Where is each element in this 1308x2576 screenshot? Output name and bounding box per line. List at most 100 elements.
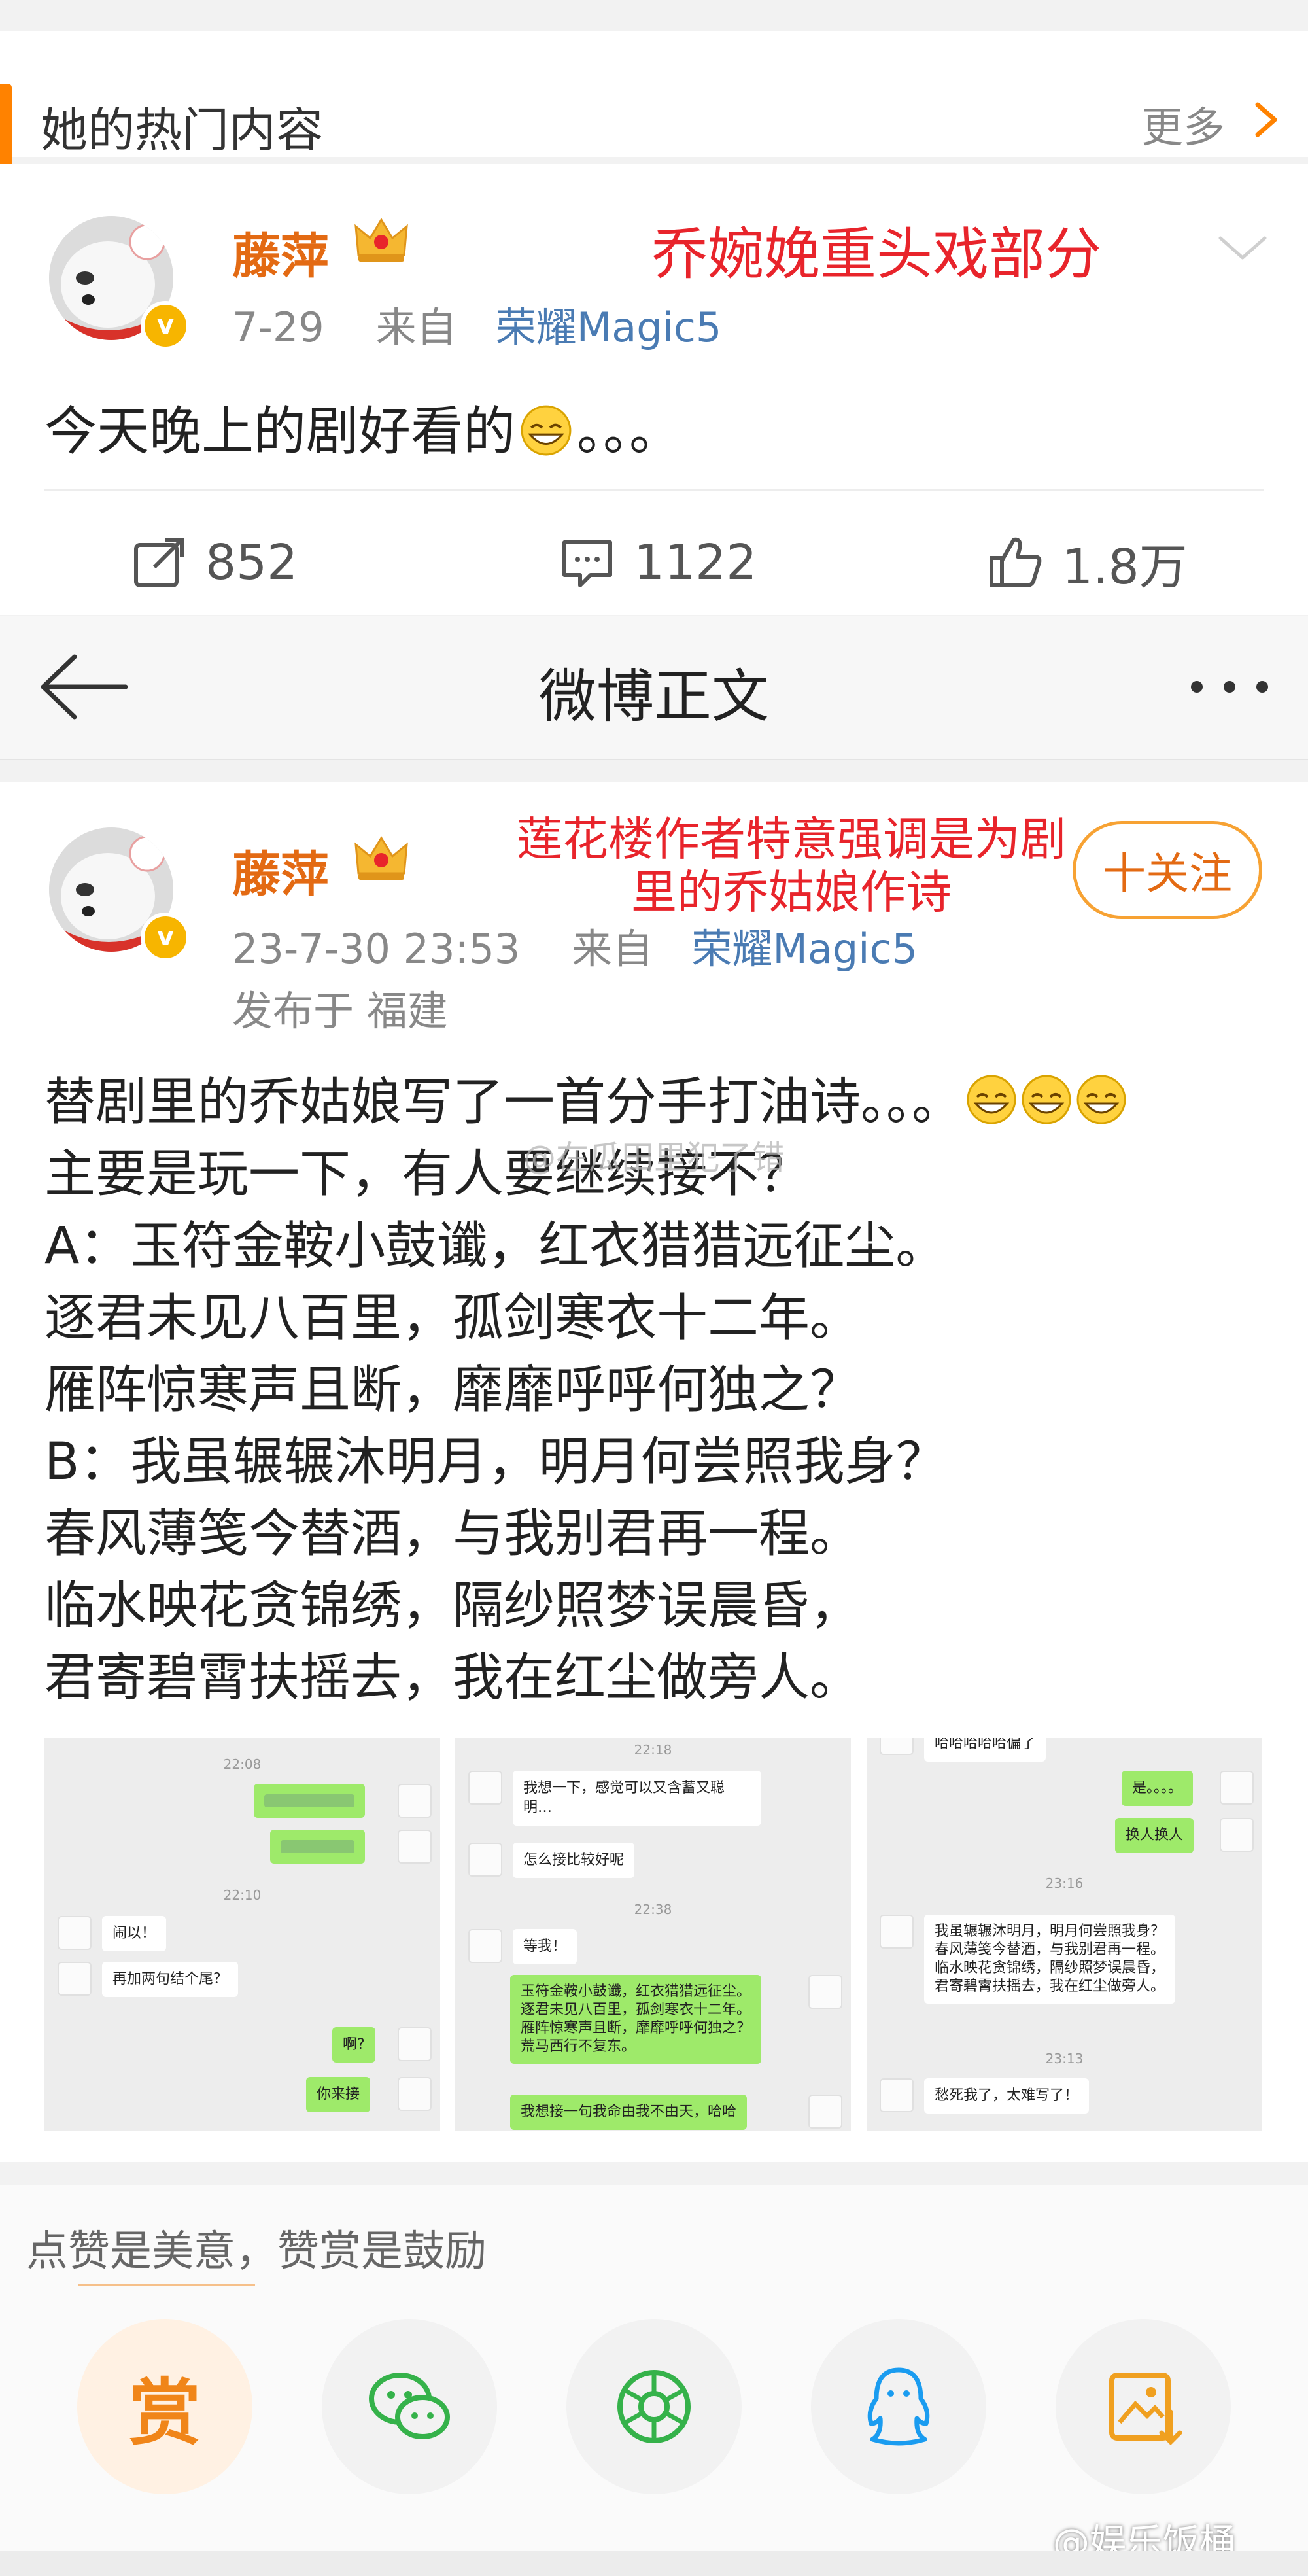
divider xyxy=(44,489,1264,491)
from-label: 来自 xyxy=(375,304,457,351)
main-post-card: v 藤萍 莲花楼作者特意强调是为剧里的乔姑娘作诗 十关注 23-7-30 23:… xyxy=(0,782,1308,2162)
chat-time: 23:13 xyxy=(1045,2051,1084,2066)
source-device[interactable]: 荣耀Magic5 xyxy=(496,304,722,351)
repost-count: 852 xyxy=(205,534,298,591)
post-meta: 7-29 来自 荣耀Magic5 xyxy=(232,294,721,353)
image-watermark: @在瓜田里犯了错 xyxy=(523,1139,785,1177)
chat-screenshot-3[interactable]: 哈哈哈哈哈偏了 是。。。。 换人换人 23:16 我虽辗辗沐明月，明月何尝照我身… xyxy=(867,1738,1262,2131)
verified-badge-icon: v xyxy=(141,913,190,962)
chat-avatar xyxy=(398,2027,432,2061)
chat-bubble: 你来接 xyxy=(306,2077,371,2112)
crown-icon xyxy=(354,218,408,262)
post-line: 逐君未见八百里，孤剑寒衣十二年。 xyxy=(44,1289,861,1348)
repost-button[interactable]: 852 xyxy=(131,527,298,599)
chat-avatar xyxy=(880,2078,914,2112)
chat-screenshot-1[interactable]: 22:08 22:10 闹以！ 再加两句结个尾？ 啊? 你来接 xyxy=(44,1738,440,2131)
comment-count: 1122 xyxy=(634,534,757,591)
page-title: 微博正文 xyxy=(538,663,769,730)
chat-avatar xyxy=(398,1784,432,1818)
source-device[interactable]: 荣耀Magic5 xyxy=(691,925,918,973)
like-count: 1.8万 xyxy=(1062,538,1188,595)
repost-icon xyxy=(134,538,184,587)
hot-content-header[interactable]: 她的热门内容 更多 xyxy=(0,31,1308,167)
chat-time: 22:10 xyxy=(223,1887,262,1903)
chat-bubble: 再加两句结个尾？ xyxy=(102,1962,239,1997)
blurred-message xyxy=(270,1830,365,1864)
chat-avatar xyxy=(1220,1818,1254,1852)
reward-label: 赏 xyxy=(129,2371,201,2455)
chat-poem-bubble: 玉符金鞍小鼓谶，红衣猎猎远征尘。 逐君未见八百里，孤剑寒衣十二年。 雁阵惊寒声且断，… xyxy=(510,1975,762,2064)
top-nav-bar: 微博正文 xyxy=(0,616,1308,760)
post-line: 临水映花贪锦绣，隔纱照梦误晨昏， xyxy=(44,1576,861,1635)
chat-screenshot-2[interactable]: 22:18 我想一下，感觉可以又含蓄又聪明… 怎么接比较好呢 22:38 等我！… xyxy=(455,1738,851,2131)
chat-time: 22:08 xyxy=(223,1756,262,1772)
thumbs-up-icon xyxy=(990,537,1042,587)
chat-avatar xyxy=(1220,1771,1254,1805)
more-link[interactable]: 更多 xyxy=(1141,94,1225,154)
username[interactable]: 藤萍 xyxy=(232,835,329,905)
crown-icon xyxy=(354,836,408,880)
save-image-button[interactable] xyxy=(1056,2319,1231,2494)
chat-time: 23:16 xyxy=(1045,1875,1084,1891)
hot-post-card[interactable]: v 藤萍 7-29 来自 荣耀Magic5 乔婉娩重头戏部分 今天晚上的剧好看的… xyxy=(0,164,1308,615)
chat-bubble: 等我！ xyxy=(513,1929,577,1964)
bottom-edge xyxy=(0,2551,1308,2576)
like-button[interactable]: 1.8万 xyxy=(988,527,1188,599)
section-accent-bar xyxy=(0,84,12,167)
section-title: 她的热门内容 xyxy=(41,103,324,158)
post-line: 君寄碧霄扶摇去，我在红尘做旁人。 xyxy=(44,1648,861,1707)
chat-bubble: 闹以！ xyxy=(102,1916,167,1951)
red-annotation: 乔婉娩重头戏部分 xyxy=(651,222,1101,287)
more-options-icon[interactable] xyxy=(1184,674,1275,700)
post-line: 雁阵惊寒声且断，靡靡呼呼何独之？ xyxy=(44,1361,861,1419)
comment-button[interactable]: 1122 xyxy=(559,527,757,599)
post-meta: 23-7-30 23:53 来自 荣耀Magic5 xyxy=(232,916,918,975)
post-time: 23-7-30 23:53 xyxy=(232,925,521,973)
reward-button[interactable]: 赏 xyxy=(77,2319,252,2494)
chevron-right-icon[interactable] xyxy=(1246,97,1285,143)
post-line: 替剧里的乔姑娘写了一首分手打油诗。。。 xyxy=(44,1066,1274,1138)
grin-emoji-icon xyxy=(1022,1075,1071,1124)
chevron-down-icon[interactable] xyxy=(1216,229,1269,268)
share-wechat-button[interactable] xyxy=(322,2319,497,2494)
chat-bubble: 我想接一句我命由我不由天，哈哈 xyxy=(510,2095,748,2130)
chat-avatar xyxy=(468,1929,502,1963)
post-line: A：玉符金鞍小鼓谶，红衣猎猎远征尘。 xyxy=(44,1217,947,1276)
chat-bubble: 换人换人 xyxy=(1115,1818,1194,1853)
chat-avatar xyxy=(58,1916,92,1950)
chat-bubble: 愁死我了，太难写了！ xyxy=(924,2078,1090,2114)
chat-time: 22:18 xyxy=(634,1742,672,1758)
qq-icon xyxy=(867,2367,930,2446)
chat-poem-bubble: 我虽辗辗沐明月，明月何尝照我身？ 春风薄笺今替酒，与我别君再一程。 临水映花贪锦绣，… xyxy=(924,1915,1176,2004)
chat-avatar xyxy=(880,1915,914,1949)
grin-emoji-icon xyxy=(521,405,572,456)
reward-underline xyxy=(78,2284,255,2286)
red-annotation: 莲花楼作者特意强调是为剧里的乔姑娘作诗 xyxy=(517,812,1066,919)
chat-avatar xyxy=(468,1771,502,1805)
chat-avatar xyxy=(468,1843,502,1877)
moments-icon xyxy=(617,2370,691,2443)
share-qq-button[interactable] xyxy=(811,2319,986,2494)
verified-badge-icon: v xyxy=(141,301,190,351)
grin-emoji-icon xyxy=(967,1075,1016,1124)
from-label: 来自 xyxy=(572,925,653,973)
grin-emoji-icon xyxy=(1076,1075,1126,1124)
comment-icon xyxy=(562,540,612,587)
follow-button[interactable]: 十关注 xyxy=(1073,821,1262,919)
post-text: 今天晚上的剧好看的。。。 xyxy=(44,401,681,462)
chat-avatar xyxy=(880,1738,914,1755)
post-line: B：我虽辗辗沐明月，明月何尝照我身？ xyxy=(44,1433,947,1491)
chat-bubble: 哈哈哈哈哈偏了 xyxy=(924,1738,1046,1762)
share-moments-button[interactable] xyxy=(566,2319,742,2494)
chat-bubble: 我想一下，感觉可以又含蓄又聪明… xyxy=(513,1771,761,1826)
post-time: 7-29 xyxy=(232,304,324,351)
chat-avatar xyxy=(58,1962,92,1996)
reward-share-section: 点赞是美意，赞赏是鼓励 赏 xyxy=(0,2185,1308,2551)
save-image-icon xyxy=(1109,2373,1182,2445)
chat-avatar xyxy=(398,2077,432,2111)
post-line: 春风薄笺今替酒，与我别君再一程。 xyxy=(44,1505,861,1563)
chat-avatar xyxy=(808,2095,842,2129)
reward-prompt: 点赞是美意，赞赏是鼓励 xyxy=(26,2227,487,2276)
chat-avatar xyxy=(398,1830,432,1864)
username[interactable]: 藤萍 xyxy=(232,217,329,287)
